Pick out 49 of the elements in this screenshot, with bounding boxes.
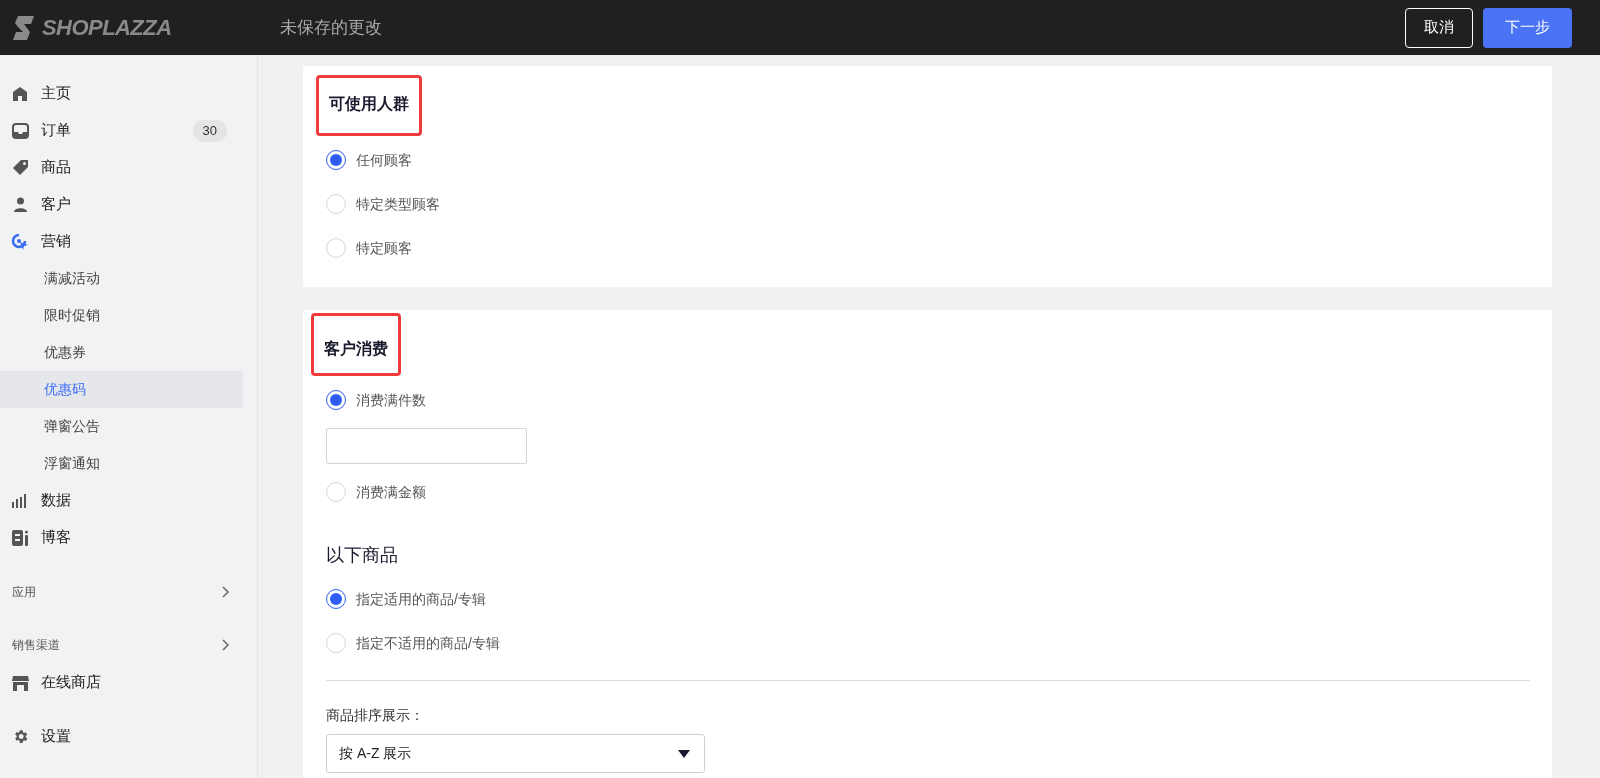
input-field[interactable] [326,428,527,464]
radio-option[interactable]: 特定类型顾客 [326,182,1530,226]
page-title: 未保存的更改 [280,16,383,39]
radio-option[interactable]: 指定不适用的商品/专辑 [326,621,1530,665]
chevron-right-icon [221,586,229,598]
sidebar-item[interactable]: 商品 [0,149,257,186]
inbox-icon [11,122,29,139]
next-button[interactable]: 下一步 [1483,7,1572,48]
sidebar-item[interactable]: 订单 30 [0,112,257,149]
cancel-button[interactable]: 取消 [1405,7,1473,48]
sidebar-item[interactable]: 数据 [0,482,257,519]
logo-icon [12,14,36,41]
section-title: 可使用人群 [316,75,422,136]
person-icon [12,196,28,213]
sort-dropdown[interactable]: 按 A-Z 展示 [326,734,705,773]
caret-down-icon [678,749,690,758]
section-label: 销售渠道 [12,637,60,654]
sidebar-subitem[interactable]: 优惠码 [0,371,243,408]
sidebar-subitem[interactable]: 浮窗通知 [0,445,243,482]
home-icon [12,85,28,102]
target-cursor-icon [11,232,29,251]
radio-option[interactable]: 指定适用的商品/专辑 [326,577,1530,621]
count-badge: 30 [192,119,227,142]
bar-chart-icon [12,493,28,508]
tag-icon [11,159,29,176]
sidebar-item[interactable]: 设置 [0,718,257,755]
sidebar-subitem[interactable]: 优惠券 [0,334,243,371]
field-label: 商品排序展示： [326,706,425,725]
radio-option[interactable]: 任何顾客 [326,138,1530,182]
radio-option[interactable]: 特定顾客 [326,226,1530,270]
sidebar-section-toggle[interactable]: 销售渠道 [12,630,229,660]
sidebar-subitem[interactable]: 满减活动 [0,260,243,297]
sidebar-subitem[interactable]: 限时促销 [0,297,243,334]
sidebar-item[interactable]: 主页 [0,75,257,112]
section-label: 应用 [12,584,36,601]
document-icon [11,529,29,546]
store-icon [11,674,29,691]
sidebar-item[interactable]: 营销 [0,223,257,260]
section-title: 客户消费 [311,313,401,376]
radio-option[interactable]: 消费满件数 [326,378,1530,422]
section-heading: 以下商品 [326,544,399,567]
chevron-right-icon [221,639,229,651]
radio-option[interactable]: 消费满金额 [326,470,1530,514]
sidebar-item[interactable]: 博客 [0,519,257,556]
sidebar-item[interactable]: 客户 [0,186,257,223]
sidebar-item[interactable]: 在线商店 [0,664,257,701]
sidebar-subitem[interactable]: 弹窗公告 [0,408,243,445]
sidebar-section-toggle[interactable]: 应用 [12,577,229,607]
logo-wordmark: SHOPLAZZA [42,14,172,42]
